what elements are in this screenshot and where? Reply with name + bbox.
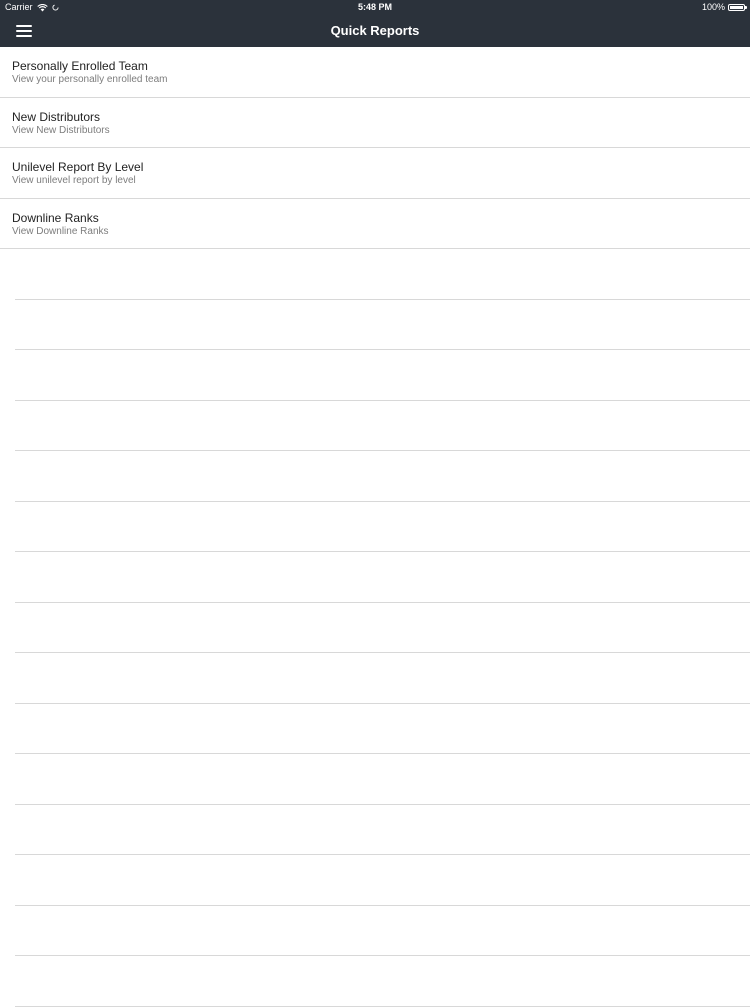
empty-row	[15, 855, 750, 906]
empty-row	[15, 552, 750, 603]
status-bar: Carrier 5:48 PM 100%	[0, 0, 750, 15]
report-subtitle: View New Distributors	[12, 124, 110, 136]
report-row-downline-ranks[interactable]: Downline Ranks View Downline Ranks	[0, 199, 750, 249]
report-row-personally-enrolled-team[interactable]: Personally Enrolled Team View your perso…	[0, 47, 750, 98]
empty-row	[15, 502, 750, 552]
empty-row	[15, 906, 750, 956]
empty-row	[15, 300, 750, 350]
navigation-bar: Quick Reports	[0, 15, 750, 47]
empty-row	[15, 956, 750, 1007]
empty-row	[15, 249, 750, 300]
empty-row	[15, 805, 750, 855]
empty-row	[15, 603, 750, 653]
report-title: Personally Enrolled Team	[12, 59, 148, 73]
page-title: Quick Reports	[330, 23, 420, 38]
report-title: New Distributors	[12, 109, 101, 124]
report-subtitle: View your personally enrolled team	[12, 74, 168, 85]
empty-row	[15, 401, 750, 451]
empty-row	[15, 704, 750, 754]
empty-row	[15, 451, 750, 502]
empty-row	[15, 653, 750, 704]
battery-icon	[728, 4, 747, 11]
report-title: Unilevel Report By Level	[12, 160, 144, 174]
status-right: 100%	[701, 0, 747, 15]
status-time: 5:48 PM	[357, 2, 392, 12]
reports-list: Personally Enrolled Team View your perso…	[0, 47, 750, 1007]
report-row-new-distributors[interactable]: New Distributors View New Distributors	[0, 98, 750, 148]
report-title: Downline Ranks	[12, 210, 99, 225]
empty-row	[15, 754, 750, 805]
empty-row	[15, 350, 750, 401]
report-subtitle: View Downline Ranks	[12, 225, 109, 237]
report-row-unilevel-report-by-level[interactable]: Unilevel Report By Level View unilevel r…	[0, 148, 750, 199]
report-subtitle: View unilevel report by level	[12, 175, 136, 186]
battery-percent: 100%	[701, 2, 725, 12]
